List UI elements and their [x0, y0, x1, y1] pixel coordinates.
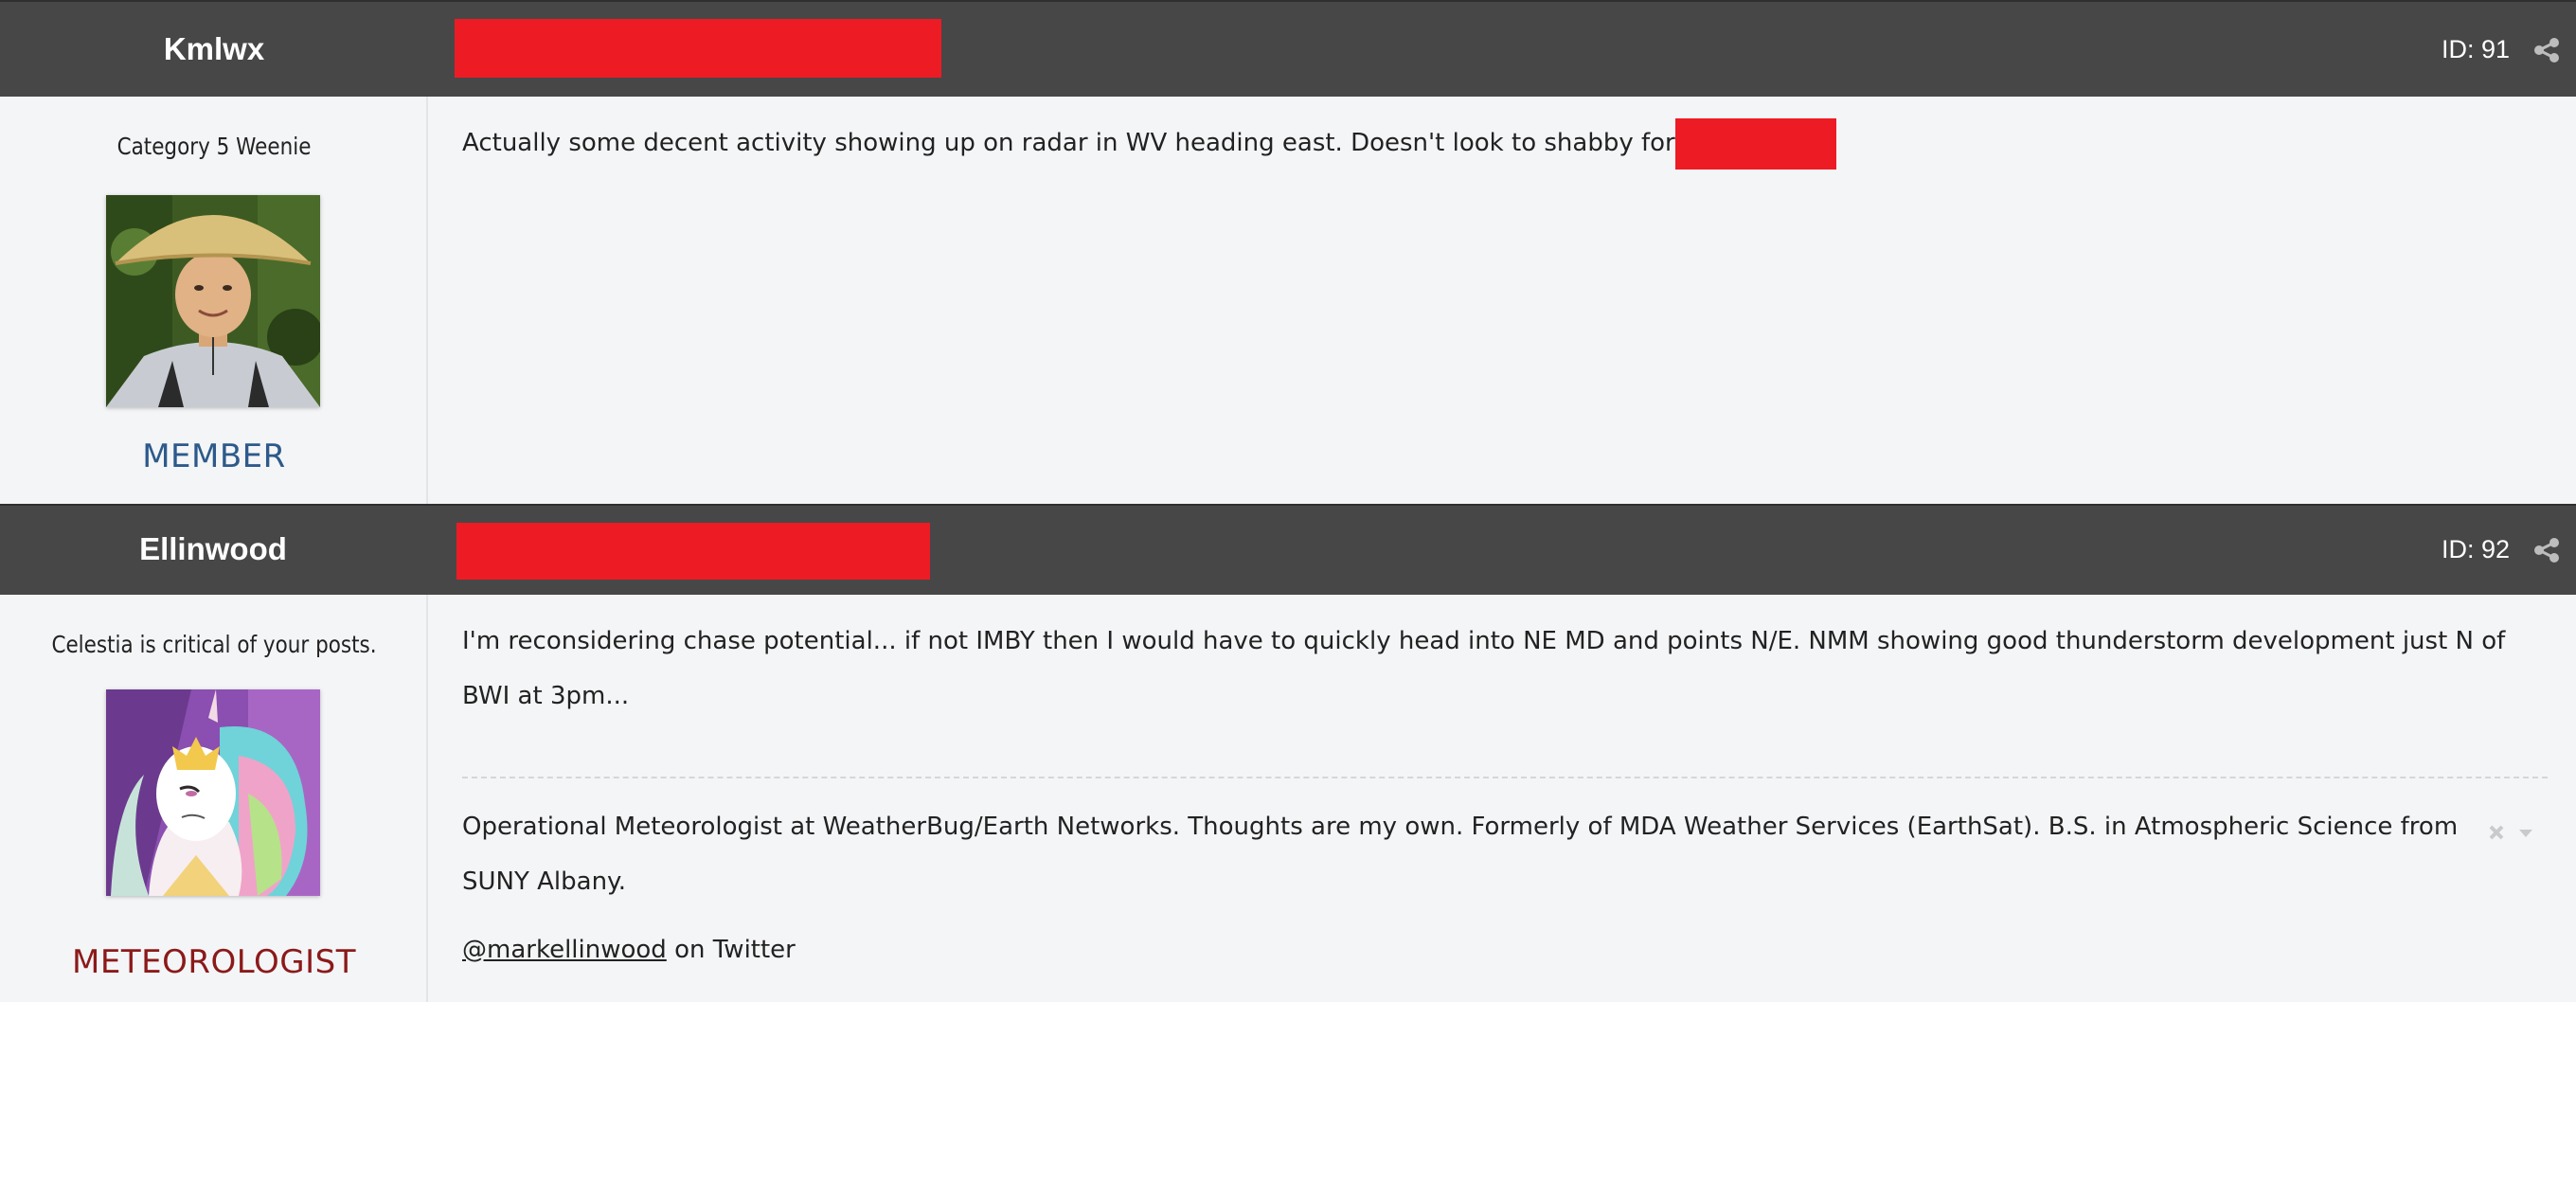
- share-icon[interactable]: [2532, 36, 2561, 64]
- share-icon[interactable]: [2532, 536, 2561, 564]
- author-info: Celestia is critical of your posts. METE…: [0, 595, 428, 1002]
- member-title: Celestia is critical of your posts.: [51, 631, 377, 658]
- avatar[interactable]: [106, 195, 320, 407]
- redacted-text: [1674, 117, 1836, 170]
- avatar[interactable]: [106, 689, 320, 896]
- post-content: Actually some decent activity showing up…: [462, 116, 2548, 170]
- post-id[interactable]: ID: 91: [2442, 2, 2510, 97]
- signature-options-icon[interactable]: [2487, 822, 2542, 845]
- signature-twitter: @markellinwood on Twitter: [462, 922, 2462, 977]
- member-title: Category 5 Weenie: [116, 133, 312, 160]
- signature-text: Operational Meteorologist at WeatherBug/…: [462, 813, 2459, 896]
- post-text: Actually some decent activity showing up…: [462, 129, 1675, 157]
- author-name-link[interactable]: Kmlwx: [0, 2, 428, 97]
- group-badge-meteorologist: METEOROLOGIST: [72, 943, 356, 981]
- avatar-photo: [106, 195, 320, 407]
- redacted-post-title: [455, 19, 941, 78]
- avatar-celestia: [106, 689, 320, 896]
- author-info: Category 5 Weenie MEMBER: [0, 97, 428, 504]
- group-badge-member: MEMBER: [142, 438, 286, 475]
- signature-divider: [462, 777, 2548, 778]
- post-id[interactable]: ID: 92: [2442, 506, 2510, 593]
- twitter-handle-link[interactable]: @markellinwood: [462, 936, 667, 964]
- post-header: Kmlwx ID: 91: [0, 0, 2576, 97]
- twitter-suffix: on Twitter: [666, 936, 796, 964]
- post-body: Category 5 Weenie MEMBER Actually some d…: [0, 97, 2576, 504]
- redacted-post-title: [456, 523, 930, 580]
- post-content: I'm reconsidering chase potential... if …: [462, 627, 2506, 710]
- post-body: Celestia is critical of your posts. METE…: [0, 595, 2576, 1002]
- author-name-link[interactable]: Ellinwood: [0, 506, 426, 593]
- post-header: Ellinwood ID: 92: [0, 504, 2576, 595]
